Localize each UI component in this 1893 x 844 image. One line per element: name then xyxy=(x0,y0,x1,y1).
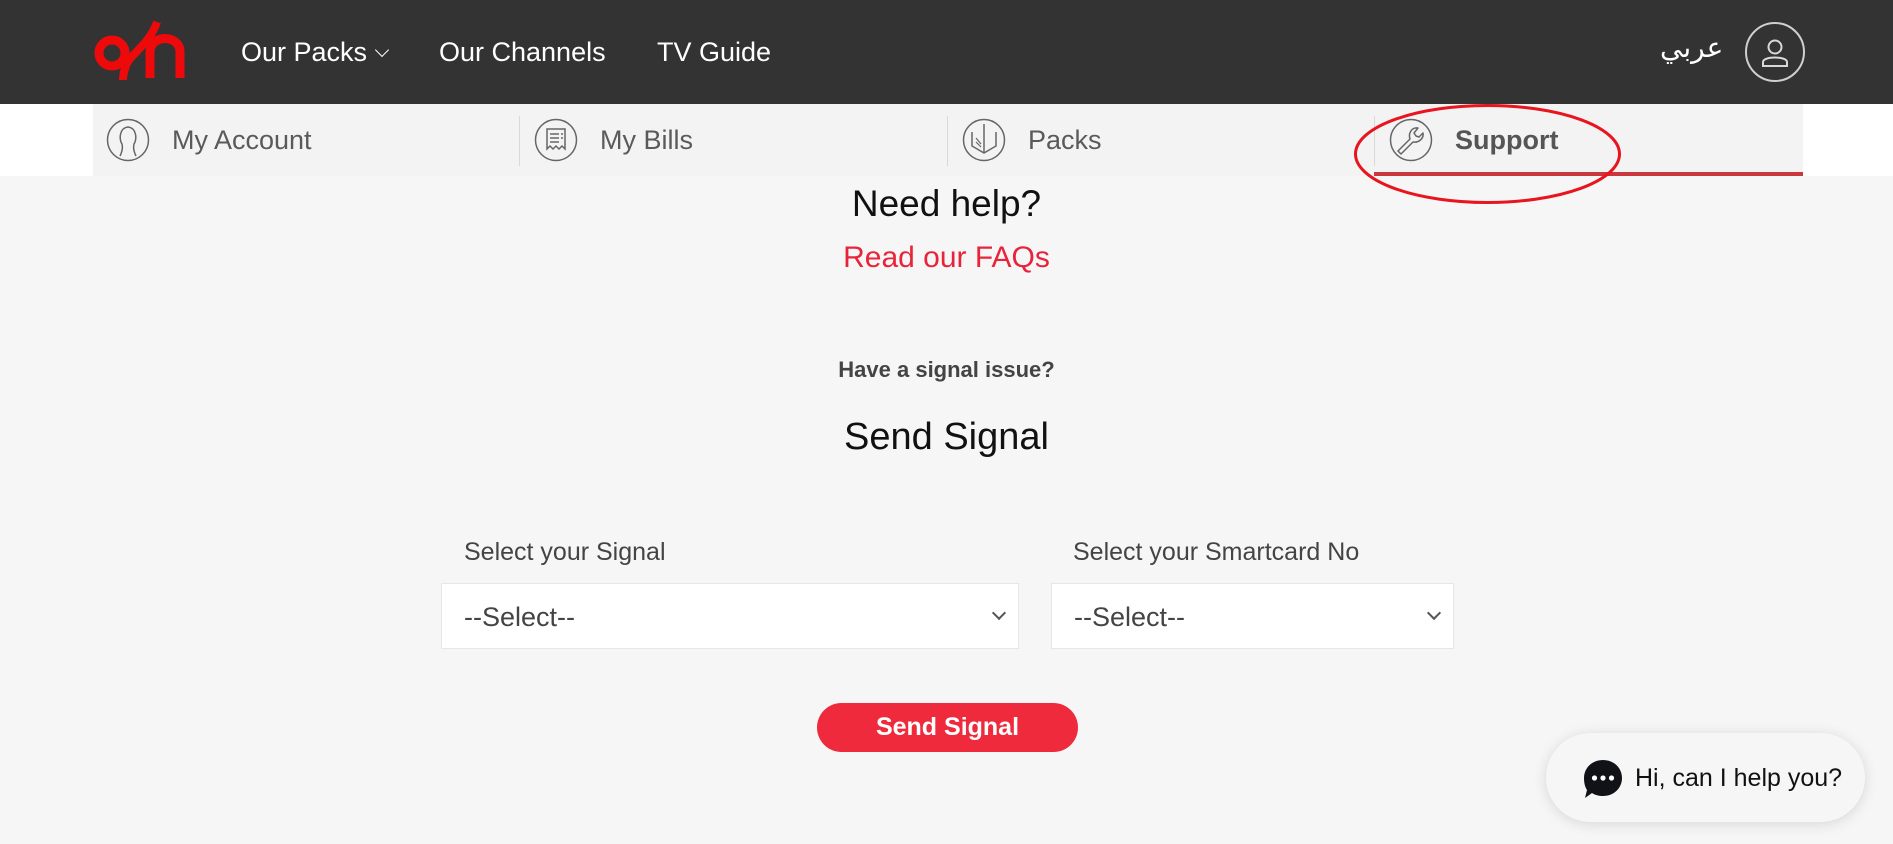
chevron-down-icon xyxy=(1426,605,1442,621)
chat-widget[interactable]: Hi, can I help you? xyxy=(1546,733,1865,822)
tab-label: Support xyxy=(1455,125,1559,155)
chat-bubble-icon xyxy=(1584,760,1622,798)
chat-widget-text: Hi, can I help you? xyxy=(1635,764,1843,792)
nav-our-packs[interactable]: Our Packs xyxy=(241,32,390,72)
osn-logo[interactable] xyxy=(93,20,185,82)
page-heading: Need help? xyxy=(851,183,1042,224)
nav-tv-guide[interactable]: TV Guide xyxy=(657,32,771,72)
send-signal-button[interactable]: Send Signal xyxy=(817,703,1078,752)
chevron-down-icon xyxy=(374,42,390,58)
account-subnav: My Account My Bills Packs Support xyxy=(93,104,1803,176)
tab-divider xyxy=(519,116,520,166)
user-silhouette-icon xyxy=(106,118,150,162)
nav-our-packs-label: Our Packs xyxy=(241,37,368,67)
language-toggle[interactable]: عربي xyxy=(1660,28,1723,68)
smartcard-select[interactable]: --Select-- xyxy=(1051,583,1454,649)
tab-packs[interactable]: Packs xyxy=(947,104,1374,176)
account-button[interactable] xyxy=(1745,22,1805,82)
active-tab-underline xyxy=(1374,172,1803,176)
wrench-icon xyxy=(1389,118,1433,162)
tab-divider xyxy=(1374,116,1375,166)
signal-select[interactable]: --Select-- xyxy=(441,583,1019,649)
signal-question: Have a signal issue? xyxy=(838,357,1055,382)
smartcard-field-label: Select your Smartcard No xyxy=(1073,538,1360,566)
tab-label: My Account xyxy=(172,125,312,155)
signal-field-label: Select your Signal xyxy=(464,538,666,566)
tab-divider xyxy=(947,116,948,166)
top-header: Our Packs Our Channels TV Guide عربي xyxy=(0,0,1893,104)
smartcard-select-value: --Select-- xyxy=(1074,602,1186,632)
faq-link: Read our FAQs xyxy=(0,238,1893,278)
pack-box-icon xyxy=(962,118,1006,162)
chevron-down-icon xyxy=(991,605,1007,621)
tab-support[interactable]: Support xyxy=(1374,104,1803,176)
tab-my-account[interactable]: My Account xyxy=(93,104,519,176)
signal-select-value: --Select-- xyxy=(464,602,576,632)
tab-my-bills[interactable]: My Bills xyxy=(519,104,947,176)
tab-label: Packs xyxy=(1028,125,1102,155)
tab-label: My Bills xyxy=(600,125,693,155)
receipt-icon xyxy=(534,118,578,162)
user-icon xyxy=(1762,39,1788,67)
section-title: Send Signal xyxy=(844,416,1049,458)
nav-our-channels[interactable]: Our Channels xyxy=(439,32,606,72)
faq-link-text[interactable]: Read our FAQs xyxy=(843,241,1050,274)
